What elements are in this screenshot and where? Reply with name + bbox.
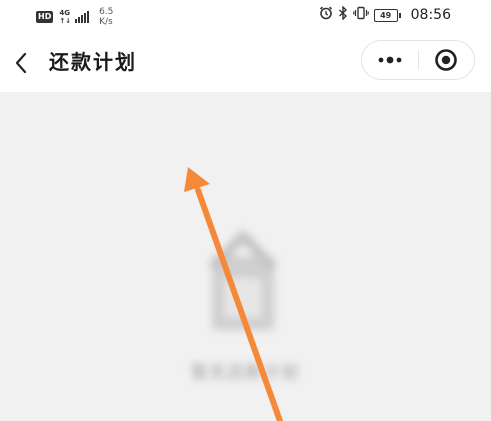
close-mini-program-button[interactable] <box>419 41 475 79</box>
more-menu-button[interactable] <box>362 41 418 79</box>
network-speed: 6.5 K/s <box>99 7 113 27</box>
vibrate-icon <box>352 6 369 24</box>
page-title: 还款计划 <box>49 50 137 74</box>
status-time: 08:56 <box>410 7 451 23</box>
target-circle-icon <box>435 49 458 71</box>
mini-program-capsule <box>361 40 475 80</box>
main-content: 暂无还款计划 <box>0 92 491 421</box>
network-type-label: 4G <box>59 9 70 17</box>
chevron-left-icon <box>15 52 27 74</box>
hd-badge: HD <box>36 11 54 23</box>
network-speed-unit: K/s <box>99 17 113 27</box>
empty-state-text: 暂无还款计划 <box>191 363 299 383</box>
more-dots-icon <box>378 56 402 64</box>
network-speed-value: 6.5 <box>99 7 114 17</box>
battery-indicator: 49 <box>373 8 401 22</box>
network-activity: ↑↓ <box>59 17 72 25</box>
status-bar: HD 4G ↑↓ 6.5 K/s 49 08:56 <box>0 0 491 34</box>
empty-box-icon <box>208 231 278 330</box>
status-right: 49 08:56 <box>319 4 451 26</box>
network-type: 4G ↑↓ <box>59 9 71 25</box>
alarm-icon <box>319 6 333 24</box>
empty-state: 暂无还款计划 <box>170 222 330 402</box>
signal-icon <box>75 11 90 23</box>
bluetooth-icon <box>338 5 348 24</box>
back-button[interactable] <box>8 48 34 78</box>
status-left: HD 4G ↑↓ 6.5 K/s <box>36 4 113 30</box>
nav-bar: 还款计划 <box>0 34 491 92</box>
